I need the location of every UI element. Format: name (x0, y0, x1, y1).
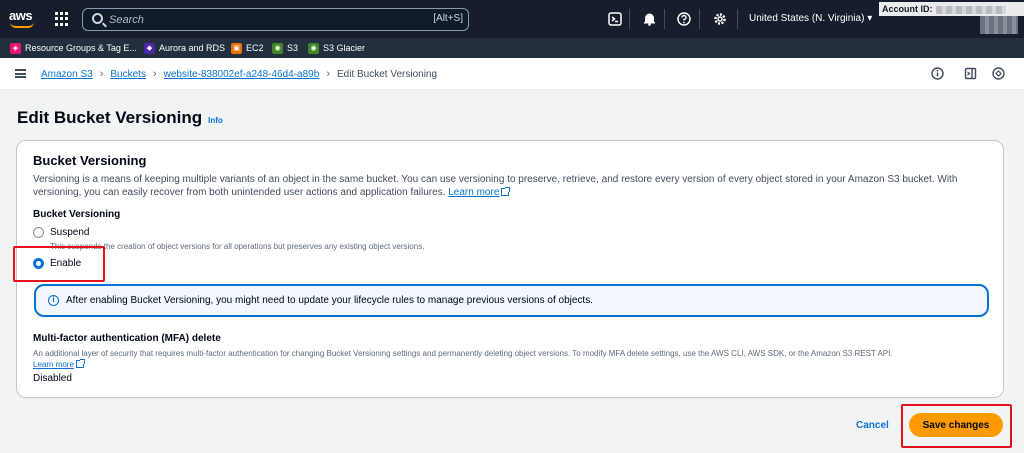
notifications-bell-icon[interactable] (641, 11, 657, 27)
chevron-right-icon: › (326, 68, 330, 80)
external-link-icon (75, 359, 85, 368)
resource-groups-icon: ◈ (10, 42, 21, 54)
enable-highlight-box (13, 246, 105, 282)
mfa-description: An additional layer of security that req… (33, 349, 893, 369)
s3-icon: ◉ (272, 42, 283, 54)
search-box[interactable]: [Alt+S] (82, 8, 469, 31)
favorite-s3-glacier[interactable]: ◉ S3 Glacier (308, 42, 365, 54)
search-input[interactable] (109, 11, 409, 28)
help-icon[interactable] (676, 11, 692, 27)
alert-text: After enabling Bucket Versioning, you mi… (66, 295, 593, 306)
breadcrumb-buckets[interactable]: Buckets (110, 69, 146, 80)
cancel-button[interactable]: Cancel (856, 420, 889, 431)
info-icon: i (48, 295, 59, 306)
top-navigation: aws [Alt+S] United States (N. Virginia) … (0, 0, 1024, 38)
external-link-icon (501, 187, 511, 196)
panel-title: Bucket Versioning (33, 153, 147, 168)
account-menu[interactable]: Account ID: (879, 2, 1024, 16)
chevron-right-icon: › (99, 68, 104, 80)
search-shortcut: [Alt+S] (433, 13, 463, 24)
breadcrumb-bucket[interactable]: website-838002ef-a248-46d4-a89b (164, 69, 320, 80)
cloudshell-icon[interactable] (607, 11, 623, 27)
ec2-icon: ▣ (231, 42, 242, 54)
breadcrumb-amazon-s3[interactable]: Amazon S3 (41, 69, 93, 80)
info-alert: i After enabling Bucket Versioning, you … (34, 284, 989, 317)
services-grid-icon[interactable] (55, 12, 69, 26)
favorite-rds[interactable]: ◆ Aurora and RDS (144, 42, 225, 54)
favorite-ec2[interactable]: ▣ EC2 (231, 42, 264, 54)
info-link[interactable]: Info (208, 116, 223, 125)
page-title-text: Edit Bucket Versioning (17, 108, 203, 127)
chevron-right-icon: › (152, 68, 157, 80)
radio-button[interactable] (33, 227, 44, 238)
favorite-resource-groups[interactable]: ◈ Resource Groups & Tag E... (10, 42, 137, 54)
menu-hamburger-icon[interactable] (15, 69, 26, 78)
aws-logo[interactable]: aws (9, 8, 37, 30)
side-panel-icon[interactable] (964, 67, 977, 80)
breadcrumb-bar: Amazon S3 › Buckets › website-838002ef-a… (0, 58, 1024, 90)
region-selector[interactable]: United States (N. Virginia) ▾ (749, 13, 872, 24)
mfa-value: Disabled (33, 373, 72, 384)
versioning-field-label: Bucket Versioning (33, 209, 121, 220)
mfa-title: Multi-factor authentication (MFA) delete (33, 333, 221, 344)
s3-glacier-icon: ◉ (308, 42, 319, 54)
bucket-versioning-panel: Bucket Versioning Versioning is a means … (16, 140, 1004, 398)
save-highlight-box (901, 404, 1012, 448)
feedback-icon[interactable] (992, 67, 1005, 80)
favorite-s3[interactable]: ◉ S3 (272, 42, 298, 54)
page-title: Edit Bucket Versioning Info (17, 108, 223, 128)
panel-description: Versioning is a means of keeping multipl… (33, 174, 958, 198)
favorites-bar: ◈ Resource Groups & Tag E... ◆ Aurora and … (0, 38, 1024, 58)
learn-more-link[interactable]: Learn more (448, 187, 499, 198)
info-panel-icon[interactable] (931, 67, 944, 80)
mfa-learn-more-link[interactable]: Learn more (33, 360, 74, 369)
radio-suspend-description: This suspends the creation of object ver… (50, 242, 425, 251)
account-redacted (980, 16, 1018, 34)
radio-suspend[interactable]: Suspend (33, 227, 89, 238)
breadcrumb: Amazon S3 › Buckets › website-838002ef-a… (41, 68, 437, 80)
caret-down-icon: ▾ (867, 13, 873, 24)
settings-gear-icon[interactable] (712, 11, 728, 27)
rds-icon: ◆ (144, 42, 155, 54)
radio-suspend-label: Suspend (50, 227, 90, 238)
breadcrumb-current: Edit Bucket Versioning (336, 68, 438, 80)
search-icon (92, 13, 103, 24)
